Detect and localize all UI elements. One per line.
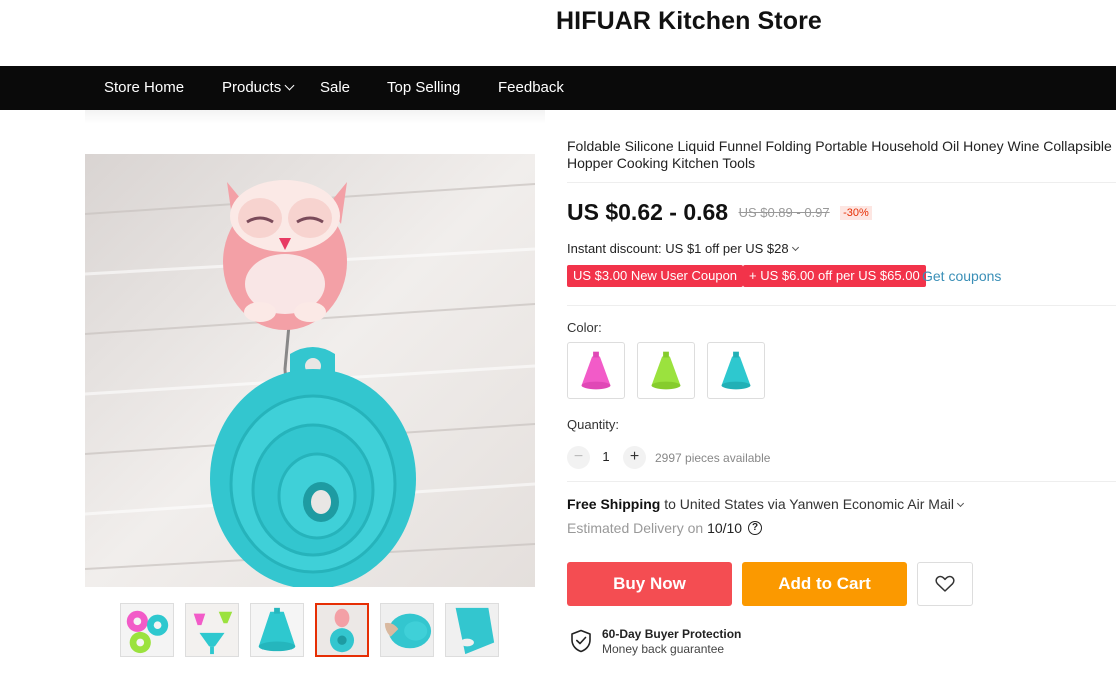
store-coupon[interactable]: + US $6.00 off per US $65.00: [743, 265, 926, 287]
quantity-value[interactable]: 1: [597, 449, 615, 464]
main-product-image[interactable]: [85, 154, 535, 587]
coupon-divider: [567, 305, 1116, 306]
add-to-cart-button[interactable]: Add to Cart: [742, 562, 907, 606]
discount-badge: -30%: [840, 205, 872, 220]
nav-products-label: Products: [222, 79, 282, 96]
nav-feedback[interactable]: Feedback: [498, 66, 564, 110]
thumbnail-2-image: [186, 604, 238, 656]
color-swatch-green[interactable]: [637, 342, 695, 399]
shipping-method: to United States via Yanwen Economic Air…: [660, 496, 954, 512]
quantity-decrease-button[interactable]: −: [567, 446, 590, 469]
help-icon[interactable]: ?: [748, 521, 763, 536]
thumbnail-1-image: [121, 604, 173, 656]
thumbnail-2[interactable]: [185, 603, 239, 657]
title-divider: [567, 182, 1116, 183]
shipping-info[interactable]: Free Shipping to United States via Yanwe…: [567, 496, 965, 512]
quantity-increase-button[interactable]: +: [623, 446, 646, 469]
wishlist-button[interactable]: [917, 562, 973, 606]
price-row: US $0.62 - 0.68 US $0.89 - 0.97 -30%: [567, 199, 872, 229]
thumbnail-4-selected[interactable]: [315, 603, 369, 657]
product-price: US $0.62 - 0.68: [567, 199, 729, 225]
nav-sale[interactable]: Sale: [320, 66, 350, 110]
store-title: HIFUAR Kitchen Store: [556, 7, 822, 35]
nav-top-selling[interactable]: Top Selling: [387, 66, 460, 110]
buy-now-button[interactable]: Buy Now: [567, 562, 732, 606]
color-label: Color:: [567, 320, 602, 335]
product-title: Foldable Silicone Liquid Funnel Folding …: [567, 138, 1112, 171]
original-price: US $0.89 - 0.97: [738, 205, 830, 220]
thumbnail-5-image: [381, 604, 433, 656]
owl-funnel-photo: [85, 154, 535, 587]
heart-icon: [935, 575, 955, 592]
delivery-date: 10/10: [707, 520, 743, 536]
instant-discount-label: Instant discount: US $1 off per US $28: [567, 241, 789, 256]
estimated-delivery: Estimated Delivery on 10/10?: [567, 520, 763, 536]
thumbnail-6[interactable]: [445, 603, 499, 657]
navbar-shadow: [85, 110, 545, 124]
get-coupons-link[interactable]: Get coupons: [922, 268, 1001, 284]
thumbnail-5[interactable]: [380, 603, 434, 657]
chevron-down-icon: [791, 243, 799, 252]
teal-funnel-image: [721, 351, 751, 390]
thumbnail-3-image: [251, 604, 303, 656]
delivery-label: Estimated Delivery on: [567, 520, 708, 536]
color-swatch-pink[interactable]: [567, 342, 625, 399]
buyer-protection-subtitle: Money back guarantee: [602, 642, 725, 656]
buyer-protection-title: 60-Day Buyer Protection: [602, 627, 742, 641]
nav-store-home[interactable]: Store Home: [104, 66, 184, 110]
color-swatch-teal[interactable]: [707, 342, 765, 399]
nav-products[interactable]: Products: [222, 66, 295, 110]
shield-check-icon: [571, 629, 591, 653]
quantity-divider: [567, 481, 1116, 482]
thumbnail-6-image: [446, 604, 498, 656]
green-funnel-image: [651, 351, 681, 390]
free-shipping-label: Free Shipping: [567, 496, 661, 512]
thumbnail-4-image: [317, 605, 367, 655]
thumbnail-1[interactable]: [120, 603, 174, 657]
chevron-down-icon: [284, 80, 295, 91]
quantity-label: Quantity:: [567, 417, 620, 432]
chevron-down-icon: [956, 499, 965, 508]
pink-funnel-image: [581, 351, 611, 390]
instant-discount[interactable]: Instant discount: US $1 off per US $28: [567, 241, 799, 256]
thumbnail-3[interactable]: [250, 603, 304, 657]
store-navbar: Store Home Products Sale Top Selling Fee…: [0, 66, 1116, 110]
new-user-coupon[interactable]: US $3.00 New User Coupon: [567, 265, 744, 287]
pieces-available: 2997 pieces available: [655, 451, 771, 465]
